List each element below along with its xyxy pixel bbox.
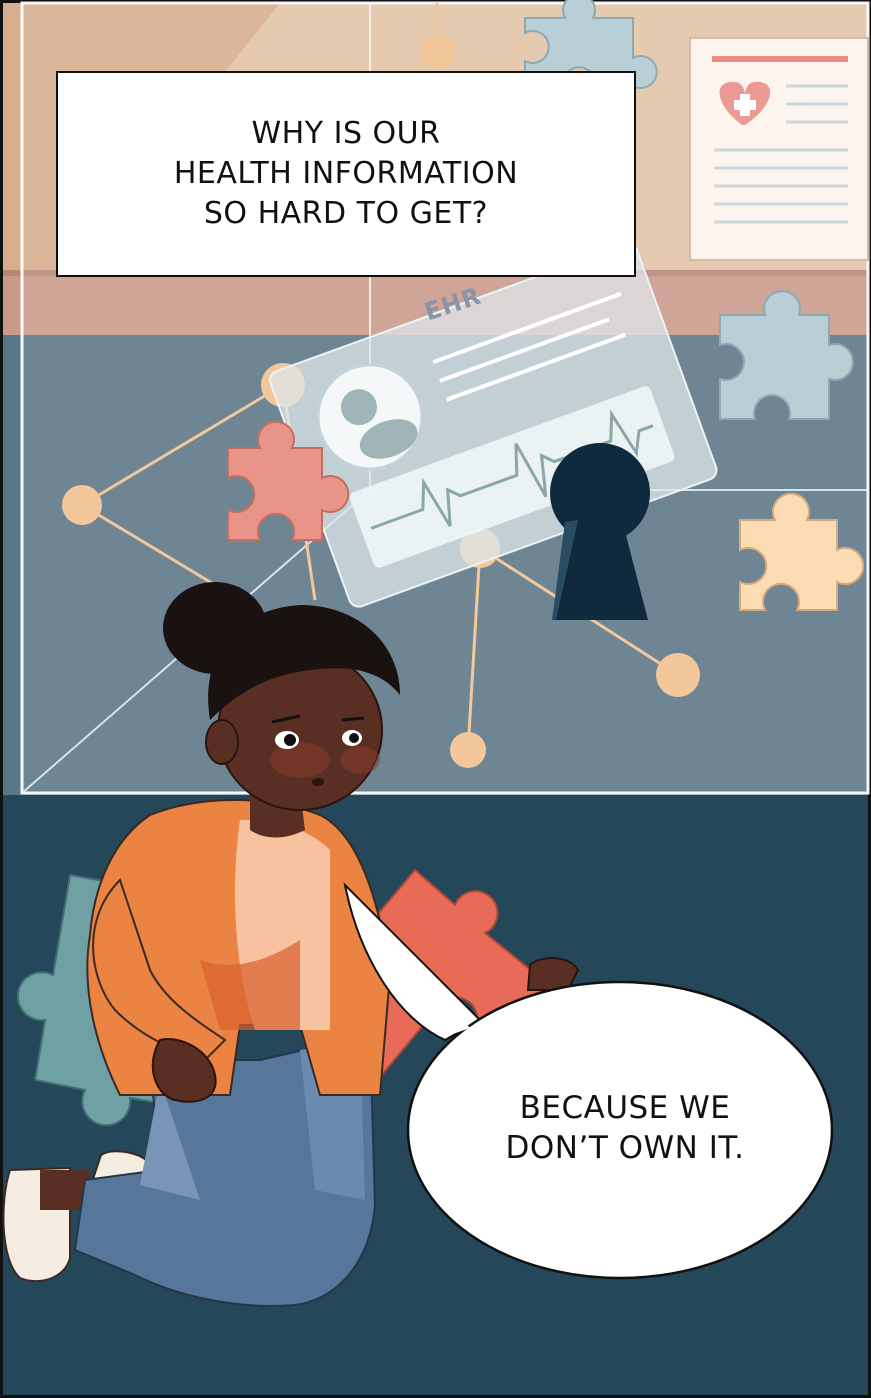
medical-chart <box>689 37 869 261</box>
speech-line: BECAUSE WE <box>519 1090 731 1126</box>
speech-line: DON’T OWN IT. <box>505 1130 745 1166</box>
caption-line: WHY IS OUR <box>251 116 441 151</box>
speech-bubble-text: BECAUSE WE DON’T OWN IT. <box>445 1088 805 1168</box>
comic-panel: EHR WHY IS OUR HEALTH INFORMATION SO HAR… <box>0 0 871 1398</box>
caption-line: SO HARD TO GET? <box>203 196 489 231</box>
caption-box: WHY IS OUR HEALTH INFORMATION SO HARD TO… <box>56 71 636 277</box>
hair-bun <box>163 582 267 674</box>
caption-line: HEALTH INFORMATION <box>173 156 519 191</box>
